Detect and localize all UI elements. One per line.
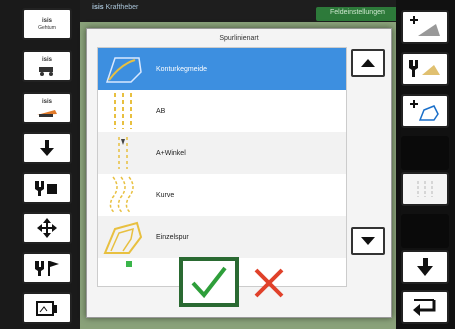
list-item-curve[interactable]: Kurve xyxy=(98,174,346,216)
arrow-down-icon xyxy=(417,258,433,276)
track-line-type-dialog: Spurlinienart Konturkegmeide AB A+Winkel xyxy=(86,28,392,318)
move-button[interactable] xyxy=(22,212,72,244)
guidance-lines-icon xyxy=(417,181,433,197)
monitor-icon xyxy=(36,301,57,316)
add-field-icon xyxy=(410,16,440,36)
terminal-screen: isis Kraftheber Feldeinstellungen isis G… xyxy=(0,0,455,329)
scroll-up-button[interactable] xyxy=(351,49,385,77)
add-field-button[interactable] xyxy=(401,10,449,44)
wrench-flag-icon xyxy=(35,261,59,276)
empty-slot xyxy=(401,136,449,170)
right-toolbar xyxy=(396,0,455,329)
curve-line-icon xyxy=(98,174,148,216)
tab-kraftheber[interactable]: isis Kraftheber xyxy=(92,4,138,11)
position-marker xyxy=(126,261,132,267)
contour-segment-icon xyxy=(98,48,148,90)
wrench-field-icon xyxy=(409,60,440,77)
page-down-button[interactable] xyxy=(401,250,449,284)
implement-field-button[interactable] xyxy=(401,52,449,86)
list-item-a-plus-angle[interactable]: A+Winkel xyxy=(98,132,346,174)
return-arrow-icon xyxy=(413,299,436,316)
left-toolbar: isis Gehtum isis isis xyxy=(0,0,80,329)
add-boundary-button[interactable] xyxy=(401,94,449,128)
move-cross-icon xyxy=(37,218,57,238)
wrench-flag-button[interactable] xyxy=(22,252,72,284)
empty-slot xyxy=(401,214,449,248)
disabled-guidance-button[interactable] xyxy=(401,172,449,206)
wrench-tractor-icon xyxy=(35,181,57,196)
screen-capture-button[interactable] xyxy=(22,292,72,324)
cancel-button[interactable] xyxy=(247,263,291,303)
tractor-icon xyxy=(39,66,53,76)
top-tab-strip: isis Kraftheber Feldeinstellungen xyxy=(80,0,441,22)
isis-tractor-button[interactable]: isis xyxy=(22,50,72,82)
isis-implement-button[interactable]: isis xyxy=(22,92,72,124)
tool-settings-button[interactable] xyxy=(22,172,72,204)
single-track-icon xyxy=(98,216,148,258)
checkmark-icon xyxy=(191,266,227,299)
triangle-down-icon xyxy=(361,237,375,245)
implement-icon xyxy=(37,109,57,117)
scroll-down-list-button[interactable] xyxy=(351,227,385,255)
add-boundary-icon xyxy=(410,100,439,121)
close-icon xyxy=(254,268,284,298)
dialog-title: Spurlinienart xyxy=(219,35,259,42)
list-item-ab[interactable]: AB xyxy=(98,90,346,132)
isis-gehtum-button[interactable]: isis Gehtum xyxy=(22,8,72,40)
arrow-down-icon xyxy=(40,140,54,156)
list-item-single-track[interactable]: Einzelspur xyxy=(98,216,346,258)
a-plus-angle-icon xyxy=(98,132,148,174)
back-button[interactable] xyxy=(401,290,449,324)
list-item-contour[interactable]: Konturkegmeide xyxy=(98,48,346,90)
scroll-down-button[interactable] xyxy=(22,132,72,164)
triangle-up-icon xyxy=(361,59,375,67)
ab-line-icon xyxy=(98,90,148,132)
confirm-button[interactable] xyxy=(179,257,239,307)
track-line-type-list: Konturkegmeide AB A+Winkel Kurve Einzels… xyxy=(97,47,347,287)
